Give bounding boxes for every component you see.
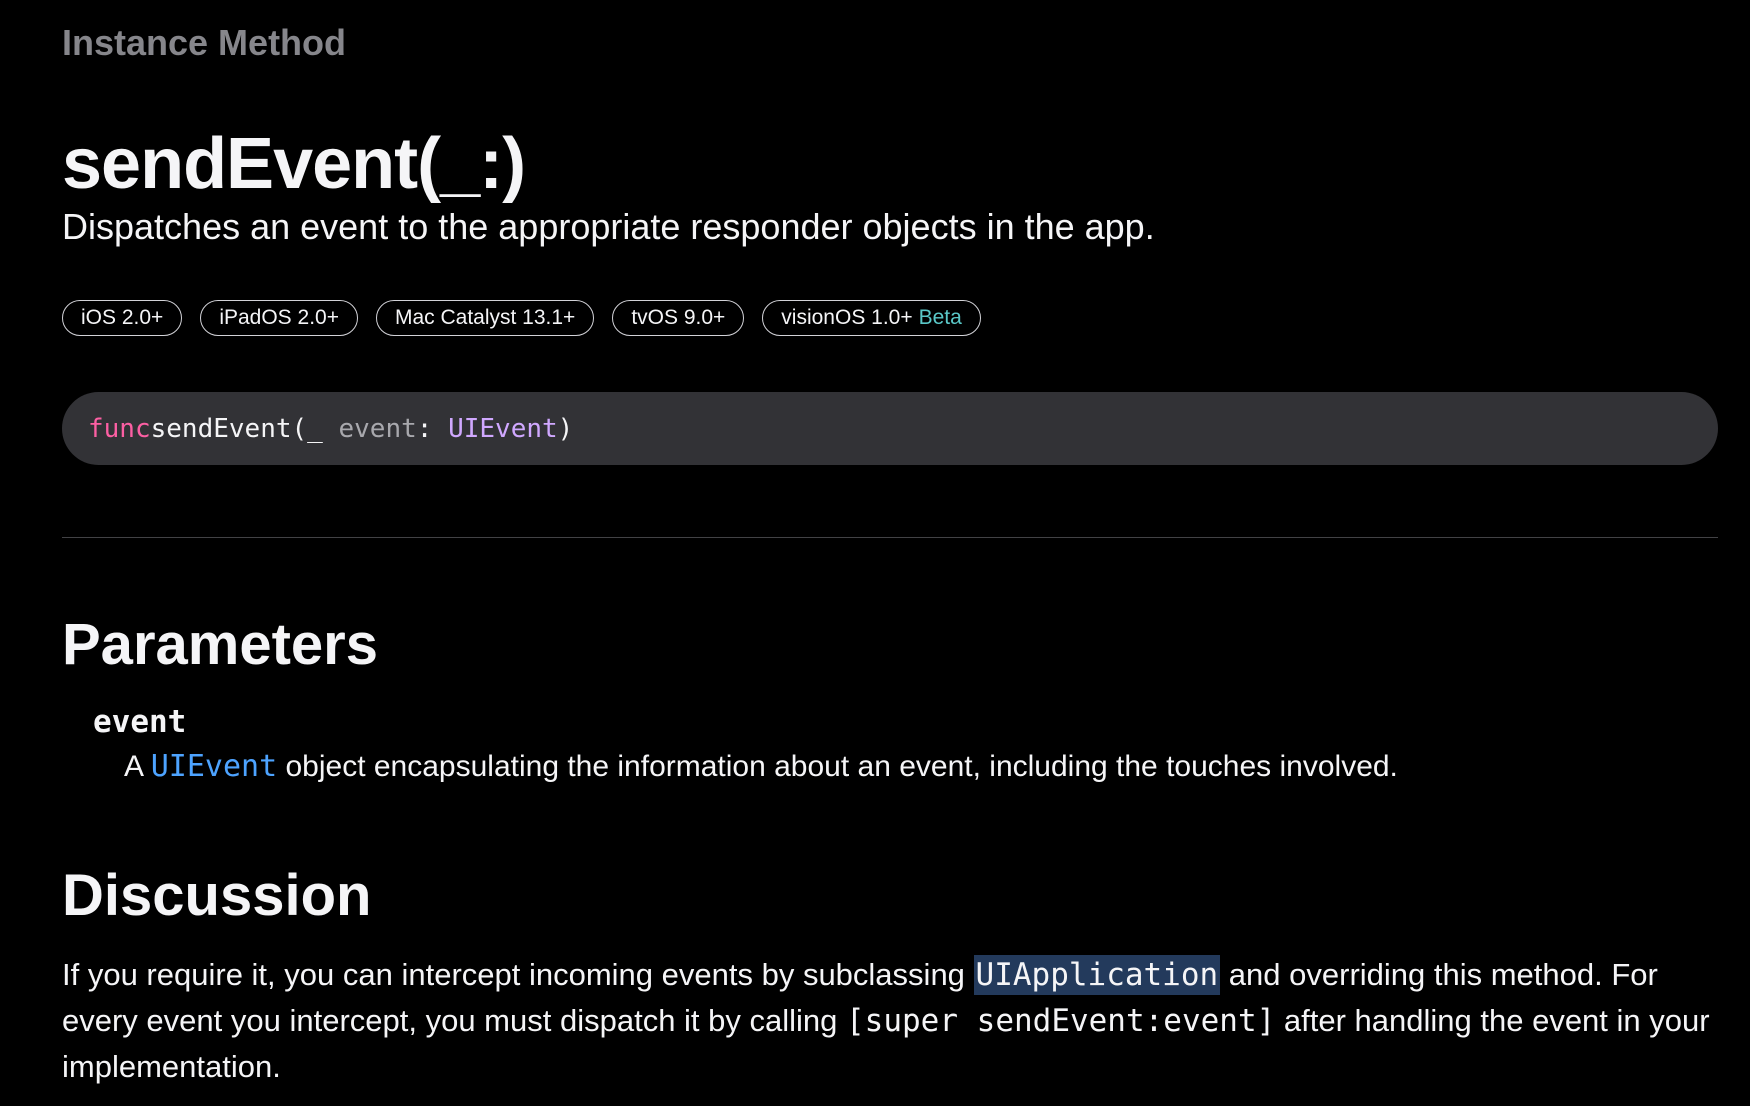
parameters-heading: Parameters	[62, 612, 378, 677]
badge-tvos: tvOS 9.0+	[612, 300, 745, 336]
availability-badges: iOS 2.0+ iPadOS 2.0+ Mac Catalyst 13.1+ …	[62, 300, 981, 336]
declaration-close-paren: )	[557, 413, 574, 444]
badge-label: iOS 2.0+	[81, 306, 164, 329]
param-desc-suffix: object encapsulating the information abo…	[277, 750, 1398, 783]
uievent-link[interactable]: UIEvent	[151, 749, 277, 784]
beta-tag: Beta	[918, 306, 962, 329]
declaration-open-paren: (_	[291, 413, 339, 444]
badge-label: Mac Catalyst 13.1+	[394, 306, 576, 329]
badge-label: tvOS 9.0+	[631, 306, 726, 329]
declaration-type-link[interactable]: UIEvent	[448, 414, 558, 444]
badge-label: visionOS 1.0+	[781, 306, 913, 329]
super-send-event-code: [super sendEvent:event]	[846, 1003, 1276, 1039]
discussion-heading: Discussion	[62, 863, 372, 928]
page-title: sendEvent(_:)	[62, 124, 526, 204]
badge-visionos: visionOS 1.0+ Beta	[762, 300, 981, 336]
parameter-description: A UIEvent object encapsulating the infor…	[124, 749, 1398, 784]
declaration-param: event	[338, 413, 417, 444]
badge-ipados: iPadOS 2.0+	[200, 300, 358, 336]
discussion-text-1: If you require it, you can intercept inc…	[62, 957, 974, 992]
declaration-colon: :	[416, 413, 449, 444]
declaration-name: sendEvent	[150, 413, 292, 444]
discussion-paragraph: If you require it, you can intercept inc…	[62, 952, 1718, 1089]
badge-label: iPadOS 2.0+	[219, 306, 339, 329]
section-divider	[62, 537, 1718, 538]
badge-mac-catalyst: Mac Catalyst 13.1+	[375, 300, 595, 336]
uiapplication-code-selected: UIApplication	[973, 955, 1221, 995]
abstract-text: Dispatches an event to the appropriate r…	[62, 206, 1155, 247]
parameter-name: event	[93, 704, 187, 740]
declaration-code-block: func sendEvent (_ event: UIEvent)	[62, 392, 1718, 465]
badge-ios: iOS 2.0+	[62, 300, 183, 336]
symbol-kind-label: Instance Method	[62, 22, 347, 63]
declaration-keyword: func	[88, 413, 151, 444]
param-desc-prefix: A	[124, 750, 151, 783]
